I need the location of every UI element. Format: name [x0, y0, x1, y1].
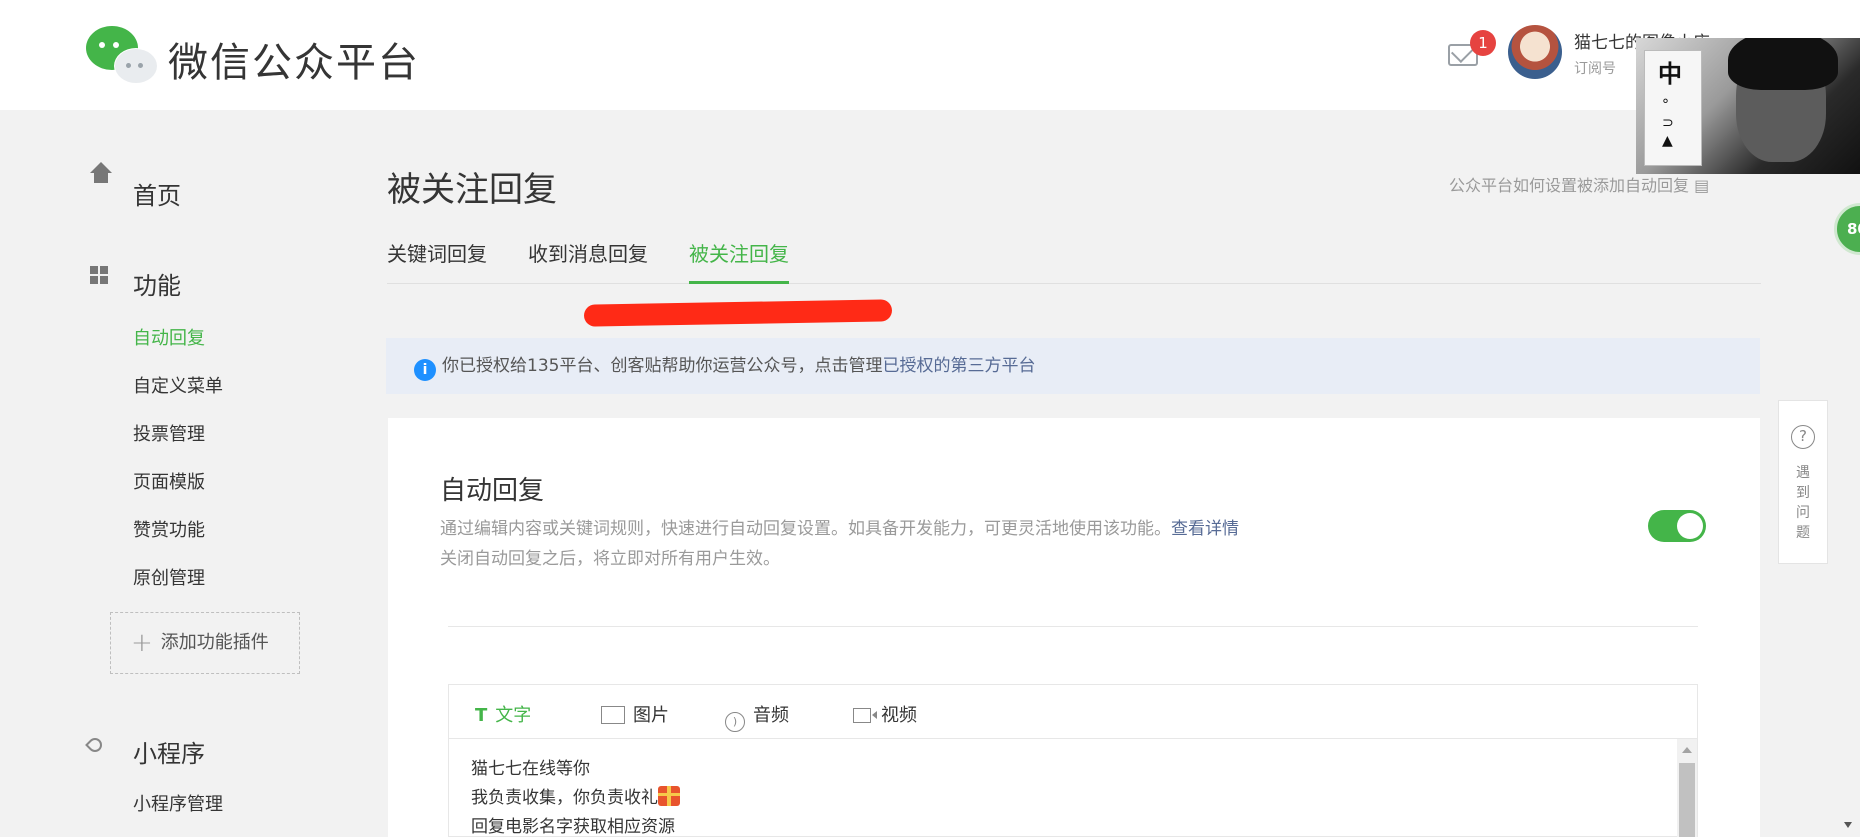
webcam-overlay: 中 ° ⊃ ▲ [1636, 38, 1860, 174]
sidebar-item-page-template[interactable]: 页面模版 [133, 468, 205, 494]
sidebar-functions: 功能 [133, 272, 181, 300]
webcam-marks: ° ⊃ ▲ [1662, 97, 1674, 149]
reply-line: 回复电影名字获取相应资源 [471, 817, 675, 837]
avatar[interactable] [1508, 25, 1562, 79]
tab-audio[interactable]: ) 音频 [725, 701, 789, 732]
floating-badge[interactable]: 80 [1834, 203, 1860, 255]
sidebar-mini-program: 小程序 [133, 740, 205, 768]
sidebar-item-reward[interactable]: 赞赏功能 [133, 516, 205, 542]
help-link[interactable]: 公众平台如何设置被添加自动回复 ▤ [1449, 172, 1709, 196]
editor-scrollbar[interactable] [1677, 739, 1697, 837]
page-scroll-down-icon[interactable] [1836, 816, 1860, 837]
view-details-link[interactable]: 查看详情 [1171, 519, 1239, 539]
webcam-hair [1728, 38, 1838, 90]
sidebar-item-custom-menu[interactable]: 自定义菜单 [133, 372, 223, 398]
sidebar-home[interactable]: 首页 [133, 176, 181, 211]
image-icon [601, 706, 625, 724]
reply-line: 猫七七在线等你 [471, 759, 590, 779]
reply-line: 我负责收集，你负责收礼 [471, 784, 680, 813]
sidebar-item-auto-reply[interactable]: 自动回复 [133, 324, 205, 350]
reply-tabs: 关键词回复 收到消息回复 被关注回复 [387, 238, 1761, 284]
help-float-label: 遇到问题 [1796, 465, 1810, 541]
tab-image[interactable]: 图片 [601, 701, 669, 727]
platform-title[interactable]: 微信公众平台 [168, 30, 420, 88]
gift-icon [658, 786, 680, 806]
tab-video[interactable]: 视频 [853, 701, 917, 727]
third-party-link[interactable]: 已授权的第三方平台 [882, 356, 1035, 376]
mini-program-icon [85, 735, 105, 755]
top-header: 微信公众平台 1 猫七七的图像小店 订阅号 [0, 0, 1860, 110]
red-annotation-stroke [583, 299, 893, 327]
divider [448, 626, 1698, 627]
webcam-glyph: 中 [1658, 60, 1682, 88]
account-type: 订阅号 [1574, 61, 1616, 77]
add-plugin-label: 添加功能插件 [160, 632, 269, 653]
grid-icon [90, 266, 108, 284]
editor-type-tabs: T 文字 图片 ) 音频 视频 [449, 685, 1697, 739]
tab-follow-reply[interactable]: 被关注回复 [689, 238, 789, 284]
auto-reply-panel: 自动回复 通过编辑内容或关键词规则，快速进行自动回复设置。如具备开发能力，可更灵… [388, 418, 1760, 837]
sidebar: 首页 功能 自动回复 自定义菜单 投票管理 页面模版 赞赏功能 原创管理 + 添加… [0, 110, 340, 837]
page-title: 被关注回复 [387, 170, 557, 210]
audio-icon: ) [725, 712, 745, 732]
text-icon: T [475, 705, 488, 726]
auto-reply-toggle[interactable] [1648, 510, 1706, 542]
home-icon [90, 162, 112, 190]
tab-text[interactable]: T 文字 [475, 701, 531, 727]
add-plugin-button[interactable]: + 添加功能插件 [110, 612, 300, 674]
panel-title: 自动回复 [440, 476, 545, 506]
reply-editor: T 文字 图片 ) 音频 视频 猫七七在线等你 我负责收集，你负责收礼 回复电影名字… [448, 684, 1698, 837]
scroll-up-icon[interactable] [1682, 747, 1692, 753]
question-icon: ? [1791, 425, 1815, 449]
sidebar-item-vote[interactable]: 投票管理 [133, 420, 205, 446]
auth-notice: i 你已授权给135平台、创客贴帮助你运营公众号，点击管理已授权的第三方平台 [386, 338, 1760, 394]
help-float-panel[interactable]: ? 遇到问题 [1778, 400, 1828, 564]
tab-message-reply[interactable]: 收到消息回复 [528, 238, 648, 284]
scroll-thumb[interactable] [1679, 763, 1695, 837]
tab-keyword-reply[interactable]: 关键词回复 [387, 238, 487, 284]
sidebar-item-mini-manage[interactable]: 小程序管理 [133, 790, 223, 816]
reply-text-content[interactable]: 猫七七在线等你 我负责收集，你负责收礼 回复电影名字获取相应资源 [471, 755, 680, 837]
info-icon: i [414, 359, 436, 381]
video-icon [853, 708, 877, 723]
mail-badge: 1 [1470, 30, 1496, 56]
plus-icon: + [131, 628, 153, 658]
sidebar-item-original[interactable]: 原创管理 [133, 564, 205, 590]
panel-description: 通过编辑内容或关键词规则，快速进行自动回复设置。如具备开发能力，可更灵活地使用该… [440, 519, 1239, 569]
wechat-logo-icon[interactable] [86, 26, 158, 84]
doc-icon: ▤ [1694, 176, 1710, 195]
